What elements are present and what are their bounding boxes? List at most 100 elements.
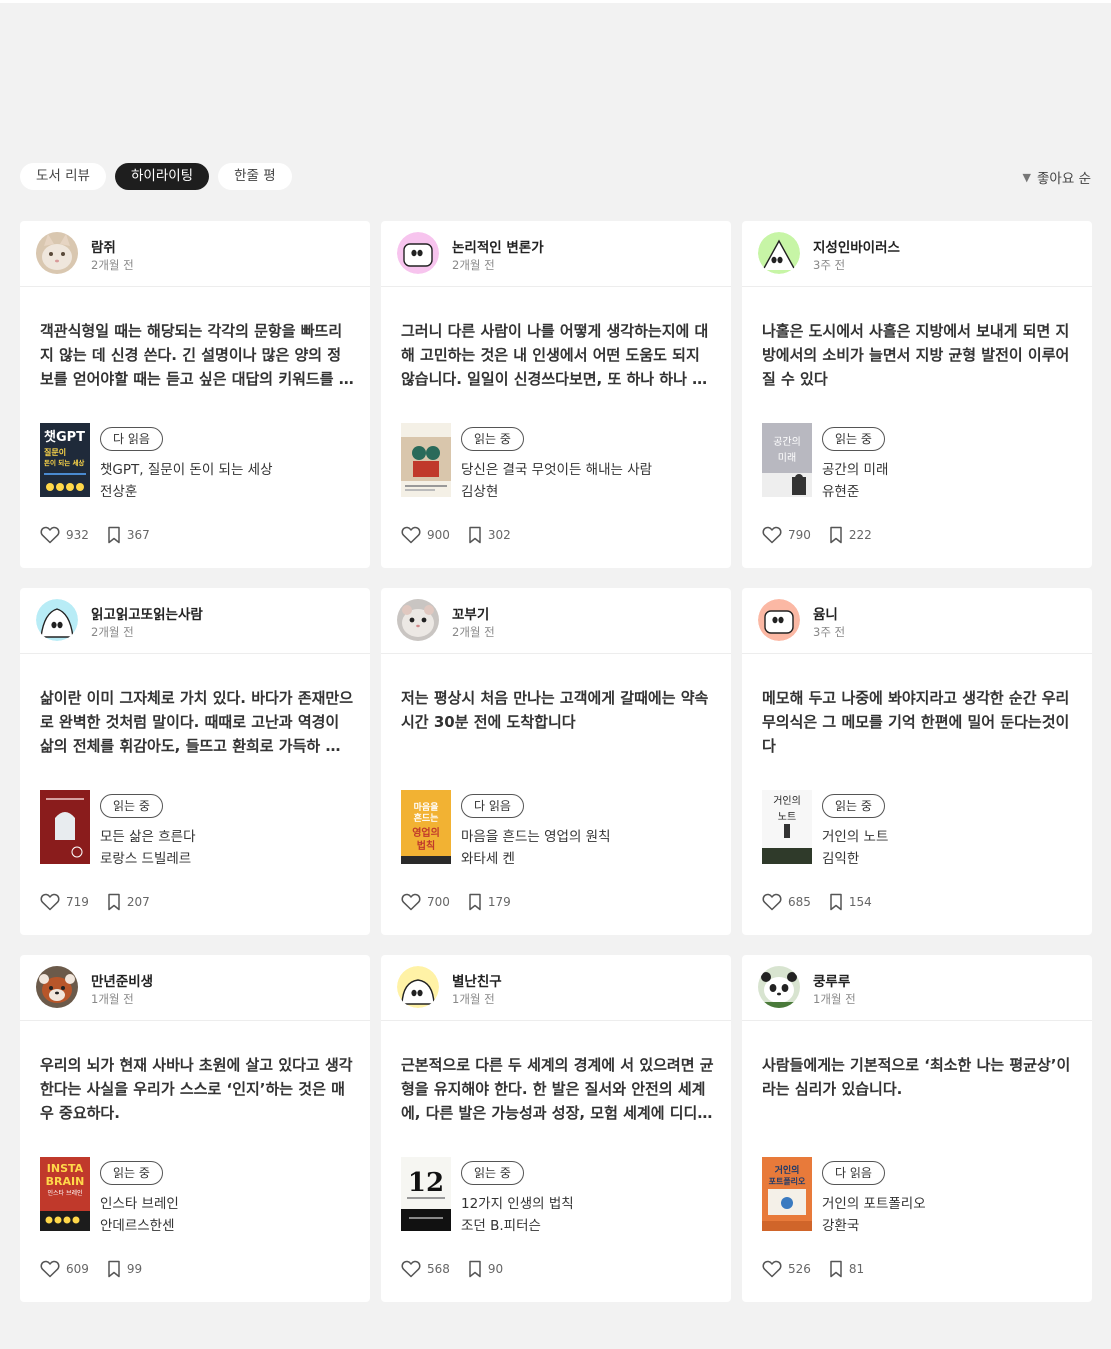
- highlight-quote[interactable]: 객관식형일 때는 해당되는 각각의 문항을 빠뜨리지 않는 데 신경 쓴다. 긴…: [40, 319, 354, 391]
- like-button[interactable]: 790: [762, 526, 811, 544]
- highlight-quote[interactable]: 근본적으로 다른 두 세계의 경계에 서 있으려면 균형을 유지해야 한다. 한…: [401, 1053, 715, 1125]
- highlight-quote[interactable]: 그러니 다른 사람이 나를 어떻게 생각하는지에 대해 고민하는 것은 내 인생…: [401, 319, 715, 391]
- highlight-quote[interactable]: 사람들에게는 기본적으로 ‘최소한 나는 평균상’이라는 심리가 있습니다.: [762, 1053, 1076, 1101]
- username[interactable]: 읽고읽고또읽는사람: [91, 603, 203, 623]
- user-avatar[interactable]: [758, 232, 800, 274]
- bookmark-count: 90: [487, 1262, 504, 1276]
- like-button[interactable]: 526: [762, 1260, 811, 1278]
- bookmark-count: 81: [848, 1262, 865, 1276]
- book-info[interactable]: 공간의 미래 읽는 중 공간의 미래 유현준: [762, 423, 1082, 500]
- like-count: 568: [427, 1262, 450, 1276]
- highlight-card[interactable]: 쿵루루 1개월 전사람들에게는 기본적으로 ‘최소한 나는 평균상’이라는 심리가…: [742, 955, 1092, 1302]
- tab-one-line-review[interactable]: 한줄 평: [218, 163, 292, 190]
- user-avatar[interactable]: [397, 599, 439, 641]
- tab-book-review[interactable]: 도서 리뷰: [20, 163, 106, 190]
- username[interactable]: 꼬부기: [452, 603, 489, 623]
- user-avatar[interactable]: [36, 599, 78, 641]
- book-info[interactable]: 챗GPT 질문이 돈이 되는 세상 다 읽음 챗GPT, 질문이 돈이 되는 세상 전상훈: [40, 423, 360, 500]
- highlight-card[interactable]: 읽고읽고또읽는사람 2개월 전 삶이란 이미 그자체로 가치 있다. 바다가 존재만…: [20, 588, 370, 935]
- heart-icon: [40, 526, 60, 544]
- card-header: 쿵루루 1개월 전: [742, 955, 1092, 1021]
- book-info[interactable]: 읽는 중 모든 삶은 흐른다 로랑스 드빌레르: [40, 790, 360, 867]
- book-cover[interactable]: INSTA BRAIN 인스타 브레인: [40, 1157, 90, 1231]
- bookmark-button[interactable]: 99: [107, 1260, 142, 1278]
- book-cover[interactable]: [40, 790, 90, 864]
- post-time: 2개월 전: [452, 625, 495, 639]
- like-button[interactable]: 609: [40, 1260, 89, 1278]
- like-count: 900: [427, 528, 450, 542]
- book-cover[interactable]: 마음을 흔드는 영업의 법칙: [401, 790, 451, 864]
- highlight-quote[interactable]: 메모해 두고 나중에 봐야지라고 생각한 순간 우리 무의식은 그 메모를 기억…: [762, 686, 1076, 758]
- card-header: 논리적인 변론가 2개월 전: [381, 221, 731, 287]
- username[interactable]: 지성인바이러스: [813, 236, 900, 256]
- heart-icon: [401, 526, 421, 544]
- like-button[interactable]: 700: [401, 893, 450, 911]
- book-cover[interactable]: 챗GPT 질문이 돈이 되는 세상: [40, 423, 90, 497]
- sort-dropdown[interactable]: ▼ 좋아요 순: [1023, 163, 1091, 191]
- user-avatar[interactable]: [36, 966, 78, 1008]
- username[interactable]: 만년준비생: [91, 970, 153, 990]
- user-avatar[interactable]: [758, 966, 800, 1008]
- bookmark-button[interactable]: 367: [107, 526, 150, 544]
- user-avatar[interactable]: [397, 966, 439, 1008]
- book-author: 김익한: [822, 851, 860, 867]
- highlight-quote[interactable]: 삶이란 이미 그자체로 가치 있다. 바다가 존재만으로 완벽한 것처럼 말이다…: [40, 686, 354, 758]
- username[interactable]: 별난친구: [452, 970, 502, 990]
- caret-down-icon: ▼: [1022, 170, 1032, 184]
- bookmark-button[interactable]: 207: [107, 893, 150, 911]
- book-info[interactable]: 마음을 흔드는 영업의 법칙 다 읽음 마음을 흔드는 영업의 원칙 와타세 켄: [401, 790, 721, 867]
- book-title: 마음을 흔드는 영업의 원칙: [461, 829, 611, 845]
- user-avatar[interactable]: [36, 232, 78, 274]
- like-button[interactable]: 932: [40, 526, 89, 544]
- username[interactable]: 윰니: [813, 603, 838, 623]
- book-info[interactable]: 12 읽는 중 12가지 인생의 법칙 조던 B.피터슨: [401, 1157, 721, 1234]
- book-info[interactable]: INSTA BRAIN 인스타 브레인 읽는 중 인스타 브레인 안데르스한센: [40, 1157, 360, 1234]
- card-stats: 790 222: [762, 526, 890, 544]
- like-button[interactable]: 900: [401, 526, 450, 544]
- tab-highlighting[interactable]: 하이라이팅: [114, 163, 210, 190]
- bookmark-button[interactable]: 81: [829, 1260, 864, 1278]
- like-button[interactable]: 719: [40, 893, 89, 911]
- bookmark-button[interactable]: 90: [468, 1260, 503, 1278]
- book-info[interactable]: 읽는 중 당신은 결국 무엇이든 해내는 사람 김상현: [401, 423, 721, 500]
- highlight-quote[interactable]: 우리의 뇌가 현재 사바나 초원에 살고 있다고 생각한다는 사실을 우리가 스…: [40, 1053, 354, 1125]
- bookmark-count: 302: [487, 528, 511, 542]
- book-info[interactable]: 거인의 포트폴리오 다 읽음 거인의 포트폴리오 강환국: [762, 1157, 1082, 1234]
- book-info[interactable]: 거인의 노트 읽는 중 거인의 노트 김익한: [762, 790, 1082, 867]
- user-avatar[interactable]: [758, 599, 800, 641]
- like-button[interactable]: 685: [762, 893, 811, 911]
- highlight-card[interactable]: 윰니 3주 전 메모해 두고 나중에 봐야지라고 생각한 순간 우리 무의식은 그 …: [742, 588, 1092, 935]
- username[interactable]: 논리적인 변론가: [452, 236, 544, 256]
- bookmark-button[interactable]: 154: [829, 893, 872, 911]
- book-cover[interactable]: 공간의 미래: [762, 423, 812, 497]
- book-cover[interactable]: 거인의 포트폴리오: [762, 1157, 812, 1231]
- highlight-card[interactable]: 꼬부기 2개월 전저는 평상시 처음 만나는 고객에게 갈때에는 약속 시간 30…: [381, 588, 731, 935]
- card-stats: 719 207: [40, 893, 168, 911]
- highlight-quote[interactable]: 나홀은 도시에서 사흘은 지방에서 보내게 되면 지방에서의 소비가 늘면서 지…: [762, 319, 1076, 391]
- bookmark-button[interactable]: 302: [468, 526, 511, 544]
- book-cover[interactable]: 12: [401, 1157, 451, 1231]
- highlight-quote[interactable]: 저는 평상시 처음 만나는 고객에게 갈때에는 약속 시간 30분 전에 도착합…: [401, 686, 715, 734]
- highlight-card[interactable]: 만년준비생 1개월 전 우리의 뇌가 현재 사바나 초원에 살고 있다고 생각한다는…: [20, 955, 370, 1302]
- reading-status-badge: 읽는 중: [461, 1161, 524, 1185]
- book-cover[interactable]: [401, 423, 451, 497]
- card-stats: 609 99: [40, 1260, 160, 1278]
- bookmark-count: 179: [487, 895, 511, 909]
- svg-text:영업의: 영업의: [412, 826, 440, 839]
- highlight-card[interactable]: 람쥐 2개월 전 객관식형일 때는 해당되는 각각의 문항을 빠뜨리지 않는 데 신…: [20, 221, 370, 568]
- post-time: 1개월 전: [452, 992, 495, 1006]
- svg-text:BRAIN: BRAIN: [46, 1175, 85, 1188]
- svg-text:포트폴리오: 포트폴리오: [769, 1176, 806, 1186]
- bookmark-button[interactable]: 179: [468, 893, 511, 911]
- user-avatar[interactable]: [397, 232, 439, 274]
- highlight-card[interactable]: 별난친구 1개월 전근본적으로 다른 두 세계의 경계에 서 있으려면 균형을 유…: [381, 955, 731, 1302]
- book-cover[interactable]: 거인의 노트: [762, 790, 812, 864]
- svg-text:노트: 노트: [778, 811, 796, 823]
- username[interactable]: 쿵루루: [813, 970, 850, 990]
- highlight-card[interactable]: 논리적인 변론가 2개월 전그러니 다른 사람이 나를 어떻게 생각하는지에 대해…: [381, 221, 731, 568]
- svg-text:마음을: 마음을: [414, 801, 439, 813]
- highlight-card[interactable]: 지성인바이러스 3주 전 나홀은 도시에서 사흘은 지방에서 보내게 되면 지방에서…: [742, 221, 1092, 568]
- bookmark-button[interactable]: 222: [829, 526, 872, 544]
- username[interactable]: 람쥐: [91, 236, 116, 256]
- like-button[interactable]: 568: [401, 1260, 450, 1278]
